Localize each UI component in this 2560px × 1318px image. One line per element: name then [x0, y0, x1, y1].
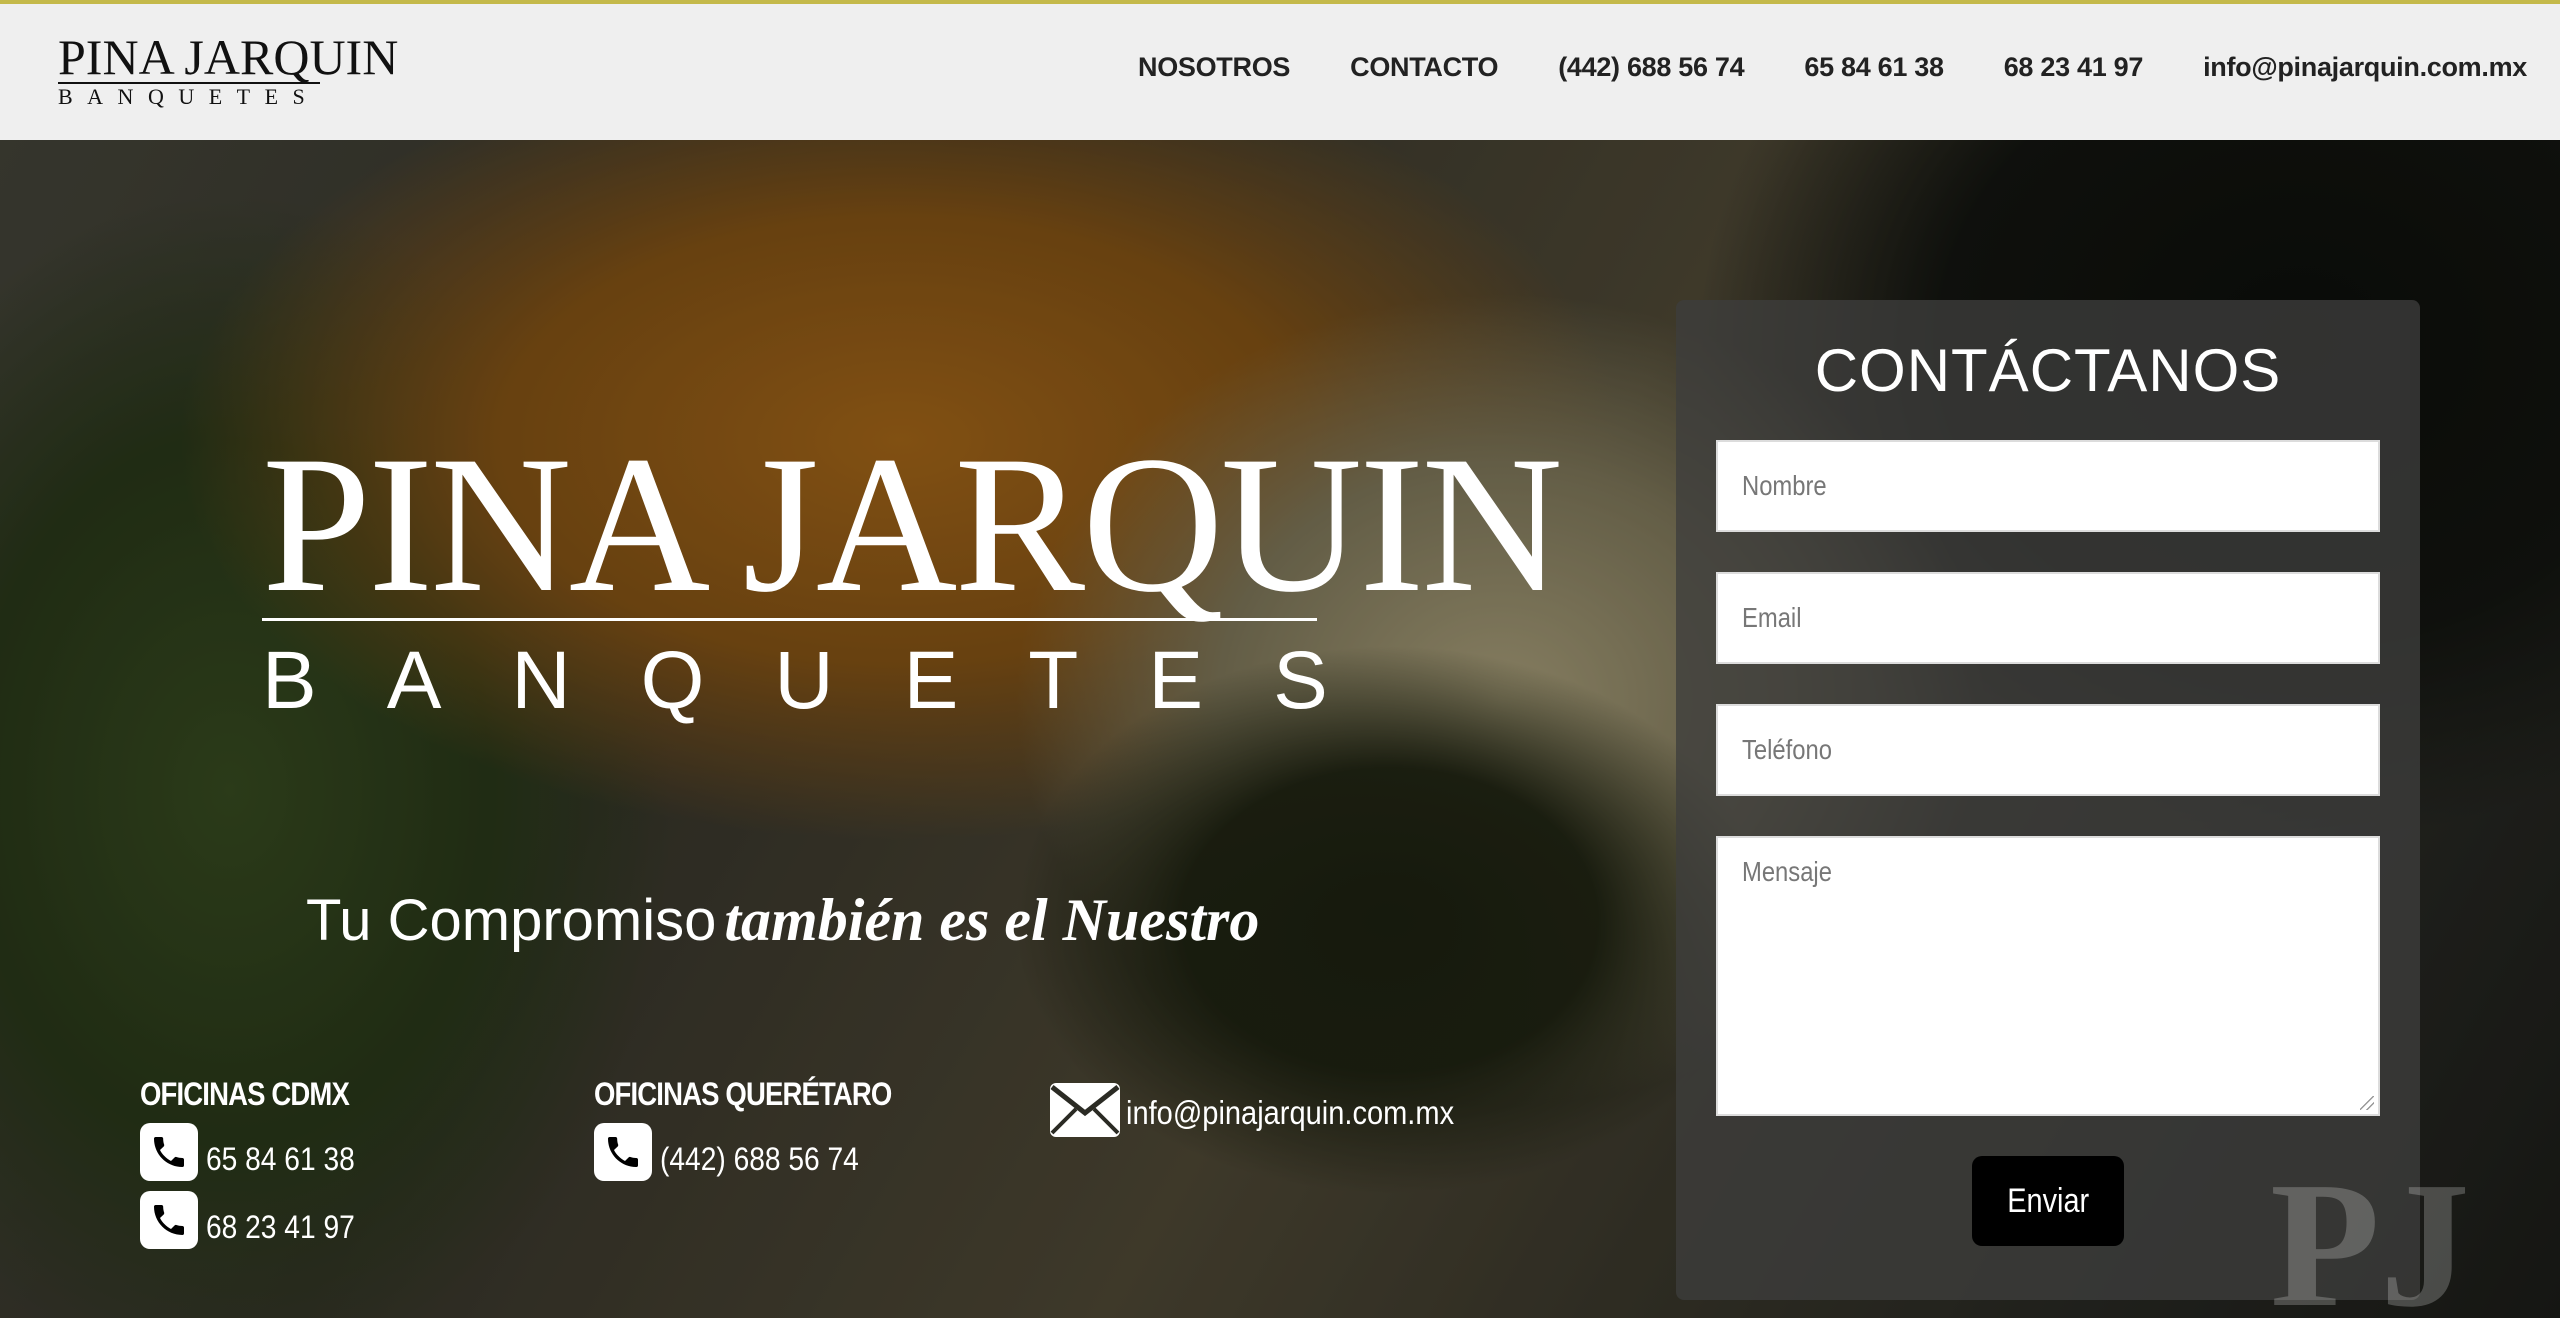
phone-input[interactable]: Teléfono: [1716, 704, 2380, 796]
nav-phone-cdmx-2-link[interactable]: 68 23 41 97: [2004, 52, 2144, 83]
phone-input-placeholder: Teléfono: [1742, 734, 1832, 765]
resize-handle-icon[interactable]: [2360, 1096, 2374, 1110]
contact-email-address: info@pinajarquin.com.mx: [1126, 1094, 1455, 1131]
office-email: info@pinajarquin.com.mx: [1050, 1080, 1499, 1140]
tagline-plain-text: Tu Compromiso: [306, 888, 717, 953]
phone-icon: [140, 1123, 198, 1181]
nav-contacto-link[interactable]: CONTACTO: [1350, 52, 1498, 83]
hero-logo-name: PINA JARQUIN: [262, 416, 1563, 633]
office-cdmx-phone-2-number: 68 23 41 97: [206, 1208, 355, 1245]
nav-email-link[interactable]: info@pinajarquin.com.mx: [2203, 52, 2527, 83]
nav-phone-cdmx-1-link[interactable]: 65 84 61 38: [1804, 52, 1944, 83]
contact-form-title: CONTÁCTANOS: [1814, 337, 2282, 404]
nav-nosotros-link[interactable]: NOSOTROS: [1138, 52, 1290, 83]
message-textarea-placeholder: Mensaje: [1742, 856, 1832, 887]
office-queretaro-title: OFICINAS QUERÉTARO: [594, 1076, 892, 1112]
name-input-placeholder: Nombre: [1742, 470, 1827, 501]
hero-section: PINA JARQUIN BANQUETES Tu Compromiso tamb…: [0, 140, 2560, 1318]
tagline-script-text: también es el Nuestro: [724, 887, 1260, 953]
hero-tagline: Tu Compromiso también es el Nuestro: [306, 886, 1259, 955]
office-cdmx-phone-1-number: 65 84 61 38: [206, 1140, 355, 1177]
office-queretaro-phone-number: (442) 688 56 74: [660, 1140, 859, 1177]
email-input-placeholder: Email: [1742, 602, 1802, 633]
phone-icon: [594, 1123, 652, 1181]
message-textarea[interactable]: Mensaje: [1716, 836, 2380, 1116]
submit-button[interactable]: Enviar: [1972, 1156, 2124, 1246]
phone-icon: [140, 1191, 198, 1249]
watermark-logo: PJ: [2270, 1145, 2470, 1318]
contact-email-link[interactable]: info@pinajarquin.com.mx: [1050, 1080, 1499, 1140]
site-header: PINA JARQUIN BANQUETES NOSOTROS CONTACTO…: [0, 0, 2560, 140]
main-nav: NOSOTROS CONTACTO (442) 688 56 74 65 84 …: [1138, 52, 2527, 83]
hero-logo: PINA JARQUIN BANQUETES: [262, 416, 1563, 731]
header-logo[interactable]: PINA JARQUIN BANQUETES: [58, 29, 399, 112]
header-logo-name: PINA JARQUIN: [58, 29, 399, 85]
submit-button-label: Enviar: [2007, 1182, 2089, 1220]
office-queretaro-phone[interactable]: (442) 688 56 74: [594, 1123, 940, 1181]
office-cdmx: OFICINAS CDMX 65 84 61 38 68 23 41 97: [140, 1076, 383, 1249]
office-cdmx-phone-1[interactable]: 65 84 61 38: [140, 1123, 383, 1181]
mail-icon: [1050, 1083, 1120, 1137]
name-input[interactable]: Nombre: [1716, 440, 2380, 532]
email-input[interactable]: Email: [1716, 572, 2380, 664]
hero-logo-subtitle: BANQUETES: [262, 635, 1398, 726]
header-logo-subtitle: BANQUETES: [58, 82, 320, 109]
nav-phone-queretaro-link[interactable]: (442) 688 56 74: [1558, 52, 1744, 83]
office-cdmx-phone-2[interactable]: 68 23 41 97: [140, 1191, 383, 1249]
office-cdmx-title: OFICINAS CDMX: [140, 1076, 350, 1112]
office-queretaro: OFICINAS QUERÉTARO (442) 688 56 74: [594, 1076, 940, 1181]
